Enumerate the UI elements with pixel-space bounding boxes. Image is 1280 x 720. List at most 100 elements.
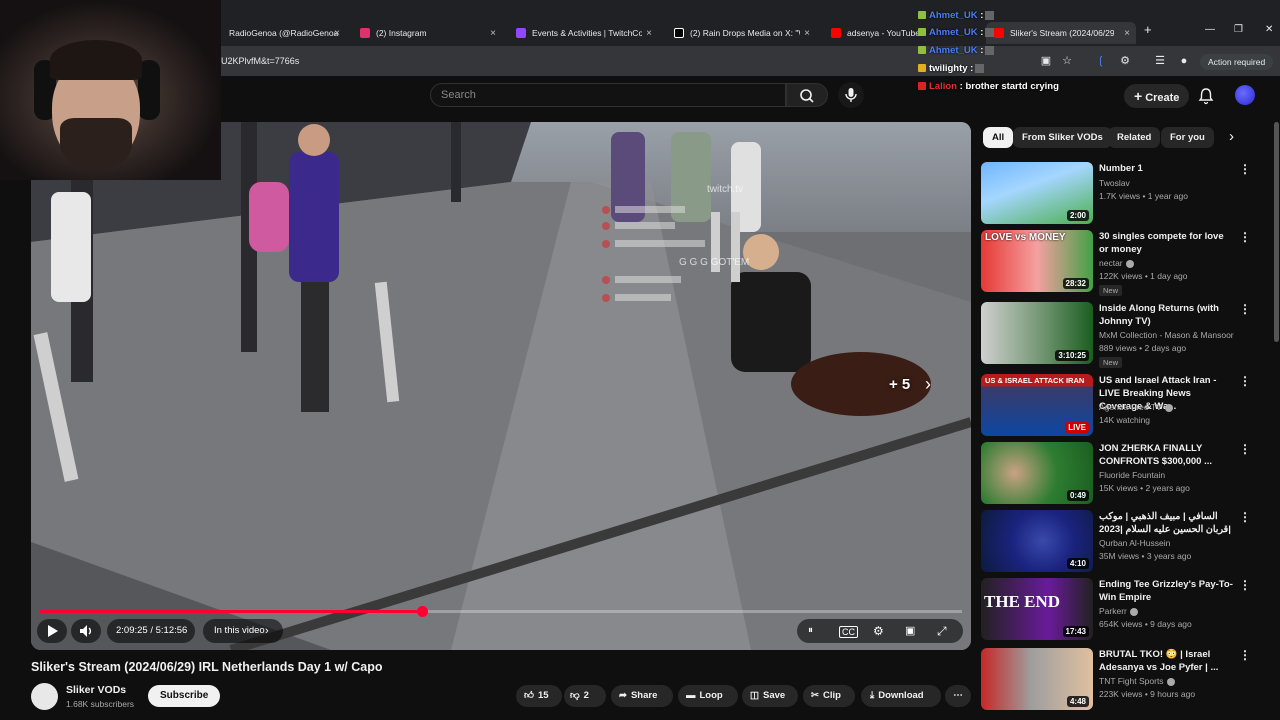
browser-tab[interactable]: RadioGenoa (@RadioGenoa × (221, 22, 346, 44)
video-thumbnail[interactable]: US & ISRAEL ATTACK IRAN LIVE (981, 374, 1093, 436)
recommendation-channel[interactable]: nectar (1099, 258, 1134, 268)
loop-button[interactable]: ▬ Loop (678, 685, 738, 707)
chips-next-chevron-icon[interactable]: › (1229, 128, 1234, 145)
chip-all[interactable]: All (983, 127, 1014, 148)
recommendation-channel[interactable]: Parkerr (1099, 606, 1138, 616)
captions-icon[interactable]: CC (839, 626, 858, 638)
more-actions-button[interactable]: ⋯ (945, 685, 971, 707)
recommendation-title[interactable]: السافي | مبيف الذهبي | موكب قربان الحسين… (1099, 510, 1233, 536)
recommendation-meta: 223K views • 9 hours ago (1099, 689, 1196, 699)
live-badge: LIVE (1065, 422, 1089, 433)
x-favicon-icon (674, 28, 684, 38)
create-button[interactable]: + Create (1124, 84, 1190, 108)
tab-close-icon[interactable]: × (646, 28, 652, 39)
more-videos-overlay[interactable]: + 5 (889, 376, 910, 393)
chip-for-you[interactable]: For you (1161, 127, 1214, 148)
install-app-icon[interactable]: ▣ (1039, 54, 1053, 68)
profile-icon[interactable]: ● (1177, 54, 1191, 68)
like-button[interactable]: 👍︎ 15 (516, 685, 562, 707)
tab-close-icon[interactable]: × (804, 28, 810, 39)
tab-close-icon[interactable]: × (334, 28, 340, 39)
recommendation-title[interactable]: Inside Along Returns (with Johnny TV) (1099, 302, 1233, 328)
fullscreen-icon[interactable]: ⤢ (937, 619, 947, 643)
miniplayer-icon[interactable]: ▣ (905, 619, 915, 643)
volume-button[interactable] (71, 619, 101, 643)
player-right-controls: ⏸ CC ⚙ ▣ ⤢ (797, 619, 963, 643)
settings-gear-icon[interactable]: ⚙ (873, 619, 884, 643)
share-button[interactable]: ➦ Share (611, 685, 673, 707)
in-this-video-button[interactable]: In this video › (203, 619, 283, 643)
action-required-button[interactable]: Action required (1200, 54, 1274, 70)
kebab-menu-icon[interactable]: ⋮ (1239, 442, 1251, 456)
stream-overlay-text: twitch.tv (707, 184, 744, 195)
recommendation-channel[interactable]: Agenda-Free TV (1099, 402, 1173, 412)
sidebar-scrollbar[interactable] (1274, 122, 1279, 342)
window-close-icon[interactable]: ✕ (1265, 24, 1273, 35)
progress-scrubber-handle[interactable] (416, 606, 428, 617)
tab-search-icon[interactable]: ☰ (1153, 54, 1167, 68)
channel-name[interactable]: Sliker VODs (66, 684, 126, 696)
kebab-menu-icon[interactable]: ⋮ (1239, 510, 1251, 524)
minimize-icon[interactable]: — (1205, 24, 1215, 35)
youtube-favicon-icon (831, 28, 841, 38)
duration-badge: 3:10:25 (1055, 350, 1089, 361)
video-thumbnail[interactable]: 3:10:25 (981, 302, 1093, 364)
clip-button[interactable]: ✂ Clip (803, 685, 855, 707)
account-avatar[interactable] (1235, 85, 1255, 105)
notifications-bell-icon[interactable] (1196, 86, 1216, 106)
channel-avatar[interactable] (31, 683, 58, 710)
channel-label: TNT Fight Sports (1099, 676, 1164, 686)
browser-tab-active[interactable]: Sliker's Stream (2024/06/29) IRL × (986, 22, 1136, 44)
video-thumbnail[interactable]: 4:10 (981, 510, 1093, 572)
kebab-menu-icon[interactable]: ⋮ (1239, 578, 1251, 592)
browser-tab[interactable]: Events & Activities | TwitchCon × (508, 22, 658, 44)
tab-close-icon[interactable]: × (490, 28, 496, 39)
kebab-menu-icon[interactable]: ⋮ (1239, 648, 1251, 662)
recommendation-title[interactable]: 30 singles compete for love or money (1099, 230, 1233, 256)
extension-audio-icon[interactable]: ❲ (1094, 54, 1108, 68)
dislike-button[interactable]: 👎︎ 2 (564, 685, 606, 707)
recommendation-channel[interactable]: Twoslav (1099, 178, 1130, 188)
video-thumbnail[interactable]: 0:49 (981, 442, 1093, 504)
video-thumbnail[interactable]: 4:48 (981, 648, 1093, 710)
search-button[interactable] (786, 83, 828, 107)
extensions-puzzle-icon[interactable]: ⚙ (1118, 54, 1132, 68)
kebab-menu-icon[interactable]: ⋮ (1239, 374, 1251, 388)
new-tab-icon[interactable]: + (1144, 22, 1152, 37)
download-button[interactable]: ⤓ Download (861, 685, 941, 707)
recommendation-title[interactable]: BRUTAL TKO! 😳 | Israel Adesanya vs Joe P… (1099, 648, 1233, 674)
video-thumbnail[interactable]: 2:00 (981, 162, 1093, 224)
save-button[interactable]: ◫ Save (742, 685, 798, 707)
chip-related[interactable]: Related (1108, 127, 1161, 148)
chat-message: twilighty : (918, 63, 985, 74)
recommendation-title[interactable]: Number 1 (1099, 162, 1233, 175)
subscribe-button[interactable]: Subscribe (148, 685, 221, 707)
address-bar-url[interactable]: U2KPlvfM&t=7766s (221, 56, 299, 66)
progress-bar[interactable] (40, 606, 962, 617)
kebab-menu-icon[interactable]: ⋮ (1239, 302, 1251, 316)
video-player[interactable]: twitch.tv G G G GOT'EM + 5 › 2:09:25 / 5… (31, 122, 971, 650)
voice-search-button[interactable] (838, 82, 864, 108)
autoplay-toggle-icon[interactable]: ⏸ (808, 619, 813, 643)
recommendation-title[interactable]: JON ZHERKA FINALLY CONFRONTS $300,000 ..… (1099, 442, 1233, 468)
verified-check-icon (1164, 403, 1173, 412)
bookmark-star-icon[interactable]: ☆ (1060, 54, 1074, 68)
browser-tab[interactable]: (2) Instagram × (352, 22, 502, 44)
chat-username: twilighty (929, 63, 968, 74)
recommendation-channel[interactable]: Qurban Al-Hussein (1099, 538, 1170, 548)
recommendation-channel[interactable]: TNT Fight Sports (1099, 676, 1175, 686)
kebab-menu-icon[interactable]: ⋮ (1239, 162, 1251, 176)
recommendation-title[interactable]: Ending Tee Grizzley's Pay-To-Win Empire (1099, 578, 1233, 604)
video-thumbnail[interactable]: THE END 17:43 (981, 578, 1093, 640)
chevron-right-icon[interactable]: › (925, 374, 931, 395)
kebab-menu-icon[interactable]: ⋮ (1239, 230, 1251, 244)
recommendation-channel[interactable]: MxM Collection - Mason & Mansoor (1099, 330, 1234, 340)
search-input[interactable]: Search (430, 83, 786, 107)
recommendation-channel[interactable]: Fluoride Fountain (1099, 470, 1165, 480)
restore-icon[interactable]: ❐ (1234, 24, 1243, 35)
tab-close-icon[interactable]: × (1124, 28, 1130, 39)
browser-tab[interactable]: (2) Rain Drops Media on X: "Wi × (666, 22, 816, 44)
video-thumbnail[interactable]: LOVE vs MONEY 28:32 (981, 230, 1093, 292)
chip-from-channel[interactable]: From Sliker VODs (1013, 127, 1112, 148)
play-button[interactable] (37, 619, 67, 643)
